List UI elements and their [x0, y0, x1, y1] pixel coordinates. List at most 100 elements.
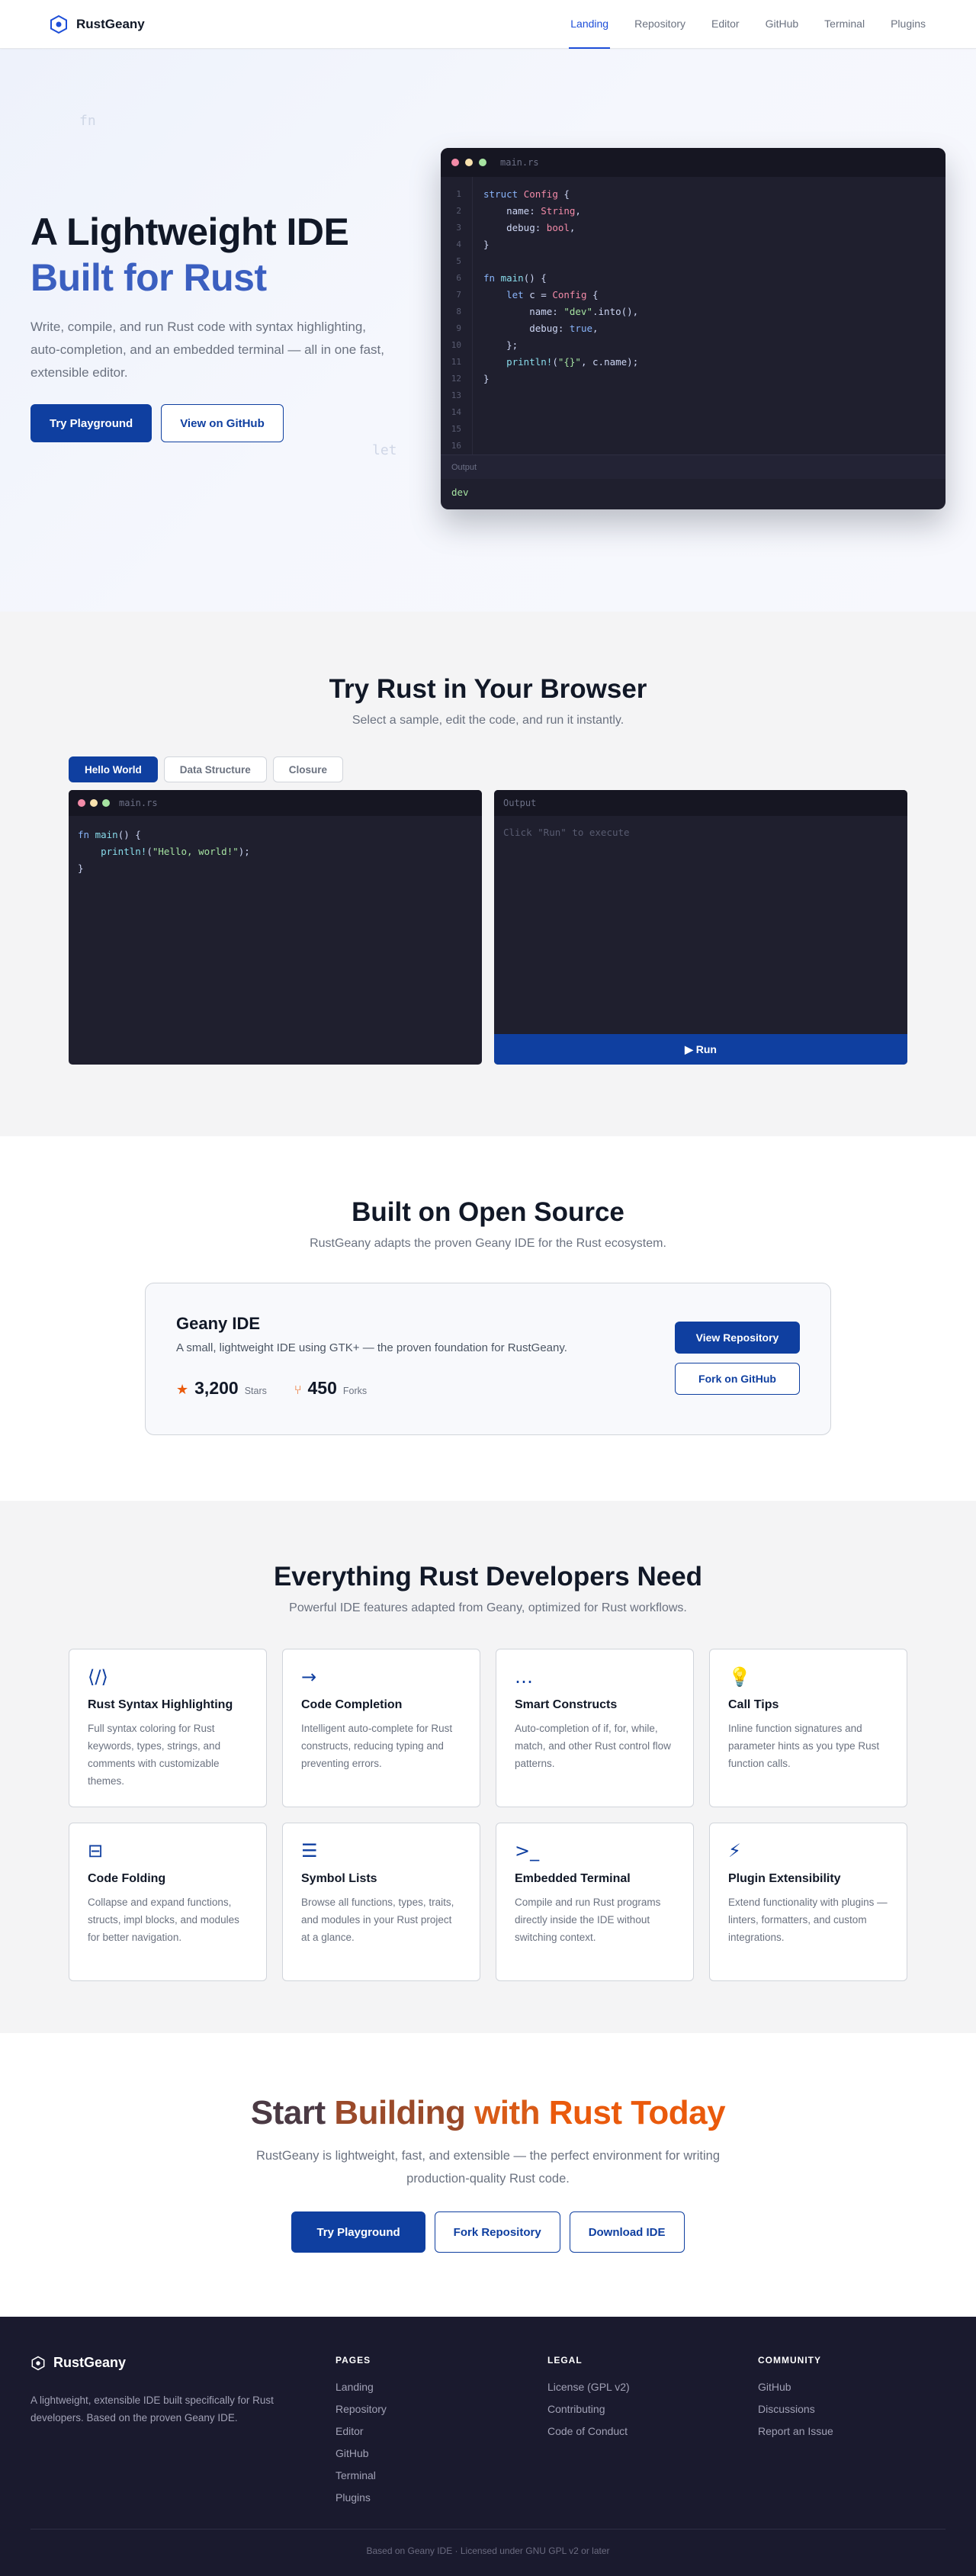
hero-buttons: Try Playground View on GitHub — [30, 404, 389, 442]
maximize-dot-icon — [102, 799, 110, 807]
playground-code-input[interactable]: fn main() { println!("Hello, world!"); } — [69, 816, 482, 888]
footer-brand[interactable]: RustGeany — [30, 2355, 126, 2371]
feature-card: ⚡ Plugin Extensibility Extend functional… — [709, 1823, 907, 1981]
footer-description: A lightweight, extensible IDE built spec… — [30, 2395, 274, 2423]
hexagon-logo-icon — [49, 14, 69, 34]
features-section: Everything Rust Developers Need Powerful… — [0, 1501, 976, 2033]
footer-link-repository[interactable]: Repository — [336, 2403, 387, 2425]
nav-link-repository[interactable]: Repository — [633, 0, 687, 49]
editor-filename: main.rs — [119, 798, 158, 808]
repo-stats: ★ 3,200 Stars ⑂ 450 Forks — [176, 1378, 367, 1399]
footer-link-report-issue[interactable]: Report an Issue — [758, 2425, 833, 2447]
footer-link-community-github[interactable]: GitHub — [758, 2381, 833, 2403]
nav-link-landing[interactable]: Landing — [569, 0, 611, 49]
section-subtitle: RustGeany adapts the proven Geany IDE fo… — [310, 1237, 666, 1250]
close-dot-icon — [451, 159, 459, 166]
run-button[interactable]: ▶ Run — [494, 1034, 907, 1065]
footer-link-license[interactable]: License (GPL v2) — [547, 2381, 630, 2403]
feature-card: ☰ Symbol Lists Browse all functions, typ… — [282, 1823, 480, 1981]
feature-desc: Browse all functions, types, traits, and… — [301, 1897, 454, 1943]
stars-count: 3,200 — [194, 1378, 239, 1398]
cta-title: Start Building with Rust Today — [250, 2094, 726, 2131]
repo-buttons: View Repository Fork on GitHub — [675, 1322, 800, 1395]
fork-repository-button[interactable]: Fork Repository — [434, 2211, 560, 2253]
ghost-keyword: fn — [79, 113, 96, 129]
nav-link-terminal[interactable]: Terminal — [823, 0, 866, 49]
feature-desc: Intelligent auto-complete for Rust const… — [301, 1723, 453, 1769]
view-repository-button[interactable]: View Repository — [675, 1322, 800, 1354]
tab-data-structure[interactable]: Data Structure — [163, 756, 267, 782]
hero-copy: A Lightweight IDE Built for Rust Write, … — [30, 209, 389, 442]
maximize-dot-icon — [479, 159, 486, 166]
footer-link-github[interactable]: GitHub — [336, 2447, 387, 2469]
feature-desc: Full syntax coloring for Rust keywords, … — [88, 1723, 221, 1787]
footer-community-column: COMMUNITY GitHub Discussions Report an I… — [758, 2355, 833, 2447]
forks-stat: ⑂ 450 Forks — [294, 1378, 367, 1399]
repo-description: A small, lightweight IDE using GTK+ — th… — [176, 1341, 567, 1354]
output-placeholder: Click "Run" to execute — [503, 827, 630, 838]
fork-on-github-button[interactable]: Fork on GitHub — [675, 1363, 800, 1395]
line-number-gutter: 1234 5678 9 10 11 12 13 14 15 16 — [441, 177, 473, 454]
ghost-keyword: let — [372, 442, 397, 458]
footer-heading: LEGAL — [547, 2355, 583, 2366]
playground-section: Try Rust in Your Browser Select a sample… — [0, 612, 976, 1136]
view-github-button[interactable]: View on GitHub — [161, 404, 284, 442]
code-area[interactable]: struct Config { name: String, debug: boo… — [473, 177, 638, 454]
hero-code-editor: main.rs 1234 5678 9 10 11 12 13 14 15 16 struc… — [441, 148, 946, 509]
feature-card: >_ Embedded Terminal Compile and run Rus… — [496, 1823, 694, 1981]
footer-link-terminal[interactable]: Terminal — [336, 2469, 387, 2491]
feature-title: Embedded Terminal — [515, 1872, 631, 1885]
section-subtitle: Select a sample, edit the code, and run … — [352, 714, 624, 727]
feature-desc: Auto-completion of if, for, while, match… — [515, 1723, 671, 1769]
feature-desc: Inline function signatures and parameter… — [728, 1723, 880, 1769]
feature-title: Call Tips — [728, 1698, 779, 1711]
output-titlebar: Output — [494, 790, 907, 816]
open-source-section: Built on Open Source RustGeany adapts th… — [0, 1136, 976, 1501]
nav-link-plugins[interactable]: Plugins — [889, 0, 927, 49]
try-playground-button[interactable]: Try Playground — [291, 2211, 425, 2253]
nav-links: Landing Repository Editor GitHub Termina… — [569, 0, 927, 49]
footer-link-discussions[interactable]: Discussions — [758, 2403, 833, 2425]
stars-stat: ★ 3,200 Stars — [176, 1378, 267, 1399]
footer-link-editor[interactable]: Editor — [336, 2425, 387, 2447]
close-dot-icon — [78, 799, 85, 807]
editor-titlebar: main.rs — [441, 148, 946, 177]
tab-closure[interactable]: Closure — [272, 756, 344, 782]
top-navbar: RustGeany Landing Repository Editor GitH… — [0, 0, 976, 49]
try-playground-button[interactable]: Try Playground — [30, 404, 152, 442]
forks-label: Forks — [342, 1386, 368, 1396]
footer-copyright: Based on Geany IDE · Licensed under GNU … — [366, 2545, 610, 2556]
footer-legal-column: LEGAL License (GPL v2) Contributing Code… — [547, 2355, 630, 2447]
nav-link-github[interactable]: GitHub — [764, 0, 801, 49]
repo-name: Geany IDE — [176, 1314, 261, 1333]
brand[interactable]: RustGeany — [49, 14, 145, 34]
hero-subtitle: Write, compile, and run Rust code with s… — [30, 320, 384, 380]
section-subtitle: Powerful IDE features adapted from Geany… — [289, 1601, 687, 1614]
hero-title-line1: A Lightweight IDE — [30, 210, 349, 253]
nav-link-editor[interactable]: Editor — [710, 0, 741, 49]
footer-link-landing[interactable]: Landing — [336, 2381, 387, 2403]
section-title: Everything Rust Developers Need — [273, 1562, 703, 1592]
section-title: Built on Open Source — [352, 1197, 624, 1227]
stars-label: Stars — [244, 1386, 267, 1396]
download-ide-button[interactable]: Download IDE — [569, 2211, 685, 2253]
feature-title: Code Completion — [301, 1698, 403, 1711]
cta-buttons: Try Playground Fork Repository Download … — [0, 2211, 976, 2253]
arrow-right-icon: → — [301, 1666, 317, 1688]
footer-heading: PAGES — [336, 2355, 371, 2366]
cta-subtitle: RustGeany is lightweight, fast, and exte… — [255, 2149, 721, 2186]
playground-editor-pane: main.rs fn main() { println!("Hello, wor… — [69, 790, 482, 1065]
output-panel-header: Output — [441, 454, 946, 479]
footer-link-contributing[interactable]: Contributing — [547, 2403, 630, 2425]
feature-title: Plugin Extensibility — [728, 1872, 841, 1885]
feature-title: Symbol Lists — [301, 1872, 377, 1885]
brand-name: RustGeany — [76, 16, 145, 31]
footer-link-plugins[interactable]: Plugins — [336, 2491, 387, 2513]
editor-titlebar: main.rs — [69, 790, 482, 816]
lightning-icon: ⚡ — [728, 1840, 741, 1861]
footer-pages-column: PAGES Landing Repository Editor GitHub T… — [336, 2355, 387, 2513]
tab-hello-world[interactable]: Hello World — [69, 756, 158, 782]
footer-heading: COMMUNITY — [758, 2355, 821, 2366]
feature-desc: Collapse and expand functions, structs, … — [88, 1897, 239, 1943]
footer-link-code-of-conduct[interactable]: Code of Conduct — [547, 2425, 630, 2447]
